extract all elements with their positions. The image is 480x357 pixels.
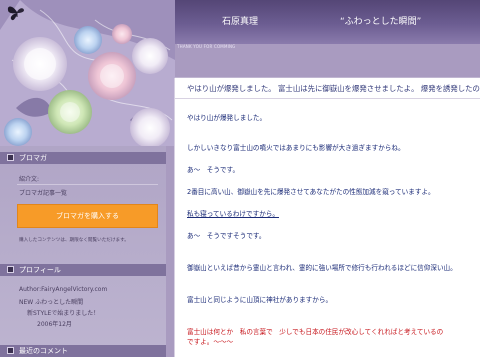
section-bullet-icon xyxy=(7,154,14,161)
profile-line: 新STYLEで始まりました！ xyxy=(27,310,100,317)
section-bullet-icon xyxy=(7,266,14,273)
entry-line: しかしいきなり富士山の噴火ではあまりにも影響が大き過ぎますからね。 xyxy=(187,144,405,152)
entry-link-line[interactable]: 私も寝っているわけですから。 xyxy=(187,208,279,218)
profile-line: 2006年12月 xyxy=(37,321,72,328)
blog-title[interactable]: “ふわっとした瞬間” xyxy=(340,14,421,27)
magazine-list-link[interactable]: ブロマガ記事一覧 xyxy=(19,188,67,197)
section-header-profile: プロフィール xyxy=(0,264,166,276)
section-header-recent-comments: 最近のコメント xyxy=(0,345,166,357)
buy-button-label: ブロマガを購入する xyxy=(56,212,119,220)
section-title: プロフィール xyxy=(19,266,61,274)
entry-line: 2番目に高い山、御嶽山を先に爆発させてあなたがたの性態加減を窺っていますよ。 xyxy=(187,188,435,196)
entry-title[interactable]: やはり山が爆発しました。 富士山は先に御嶽山を爆発させましたよ。 爆発を誘発した… xyxy=(187,83,480,94)
divider xyxy=(17,184,158,185)
intro-label: 紹介文: xyxy=(19,176,40,183)
entry-line: あ～ そうですそうです。 xyxy=(187,232,266,240)
butterfly-icon xyxy=(7,6,24,21)
buy-magazine-button[interactable]: ブロマガを購入する xyxy=(17,204,158,228)
entry-line-highlight: ですよ。～～～ xyxy=(187,338,234,346)
sidebar: ブロマガ 紹介文: ブロマガ記事一覧 ブロマガを購入する 購入したコンテンツは、… xyxy=(0,146,166,357)
author-name: 石原真理 xyxy=(222,17,259,27)
entry-line: 富士山と同じように山頂に神社がありますから。 xyxy=(187,296,333,304)
profile-author[interactable]: Author:FairyAngelVictory.com xyxy=(19,286,107,293)
profile-line: NEW ふわっとした瞬間 xyxy=(19,299,84,306)
entry-title-bar: やはり山が爆発しました。 富士山は先に御嶽山を爆発させましたよ。 爆発を誘発した… xyxy=(175,78,480,99)
purchase-note: 購入したコンテンツは、期限なく閲覧いただけます。 xyxy=(19,238,129,243)
tagline: THANK YOU FOR COMMING xyxy=(177,44,236,49)
entry-content: やはり山が爆発しました。 富士山は先に御嶽山を爆発させましたよ。 爆発を誘発した… xyxy=(174,78,480,357)
entry-line: 御嶽山といえば昔から霊山と言われ、霊的に強い場所で修行も行われるほどに信仰深い山… xyxy=(187,264,457,272)
entry-line: あ～ そうです。 xyxy=(187,166,240,174)
entry-line: やはり山が爆発しました。 xyxy=(187,114,267,122)
section-title: 最近のコメント xyxy=(19,347,68,355)
entry-line-highlight: 富士山は何とか 私の言葉で 少しでも日本の住民が改心してくれればと考えているの xyxy=(187,328,444,336)
section-header-magazine: ブロマガ xyxy=(0,152,166,164)
section-bullet-icon xyxy=(7,347,14,354)
section-title: ブロマガ xyxy=(19,154,47,162)
